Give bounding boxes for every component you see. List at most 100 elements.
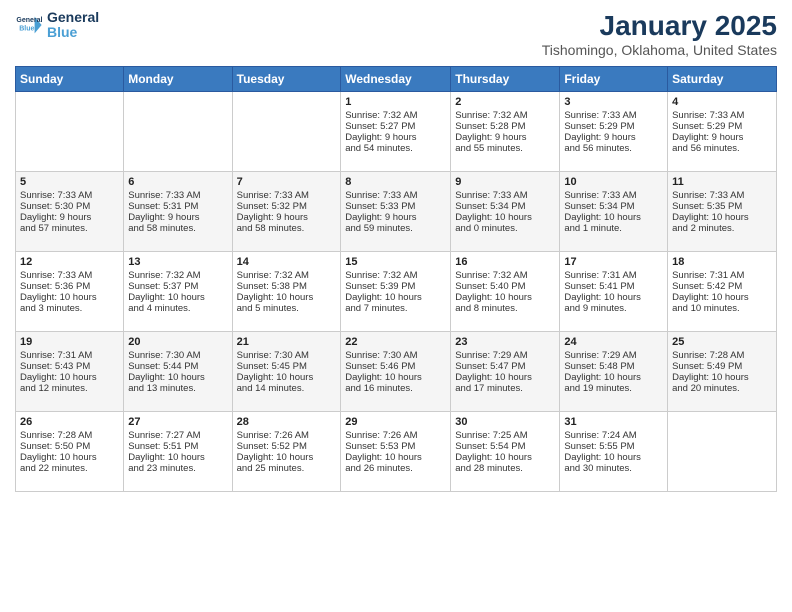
- cell-info-line: and 5 minutes.: [237, 303, 337, 314]
- cell-info-line: Daylight: 10 hours: [564, 452, 663, 463]
- cell-info-line: Sunset: 5:32 PM: [237, 201, 337, 212]
- calendar-container: General Blue General Blue January 2025 T…: [0, 0, 792, 502]
- cell-info-line: Daylight: 10 hours: [345, 372, 446, 383]
- cell-2-0: 12Sunrise: 7:33 AMSunset: 5:36 PMDayligh…: [16, 252, 124, 332]
- cell-info-line: Sunrise: 7:33 AM: [345, 190, 446, 201]
- cell-info-line: and 17 minutes.: [455, 383, 555, 394]
- month-title: January 2025: [542, 10, 777, 42]
- cell-info-line: Daylight: 10 hours: [455, 452, 555, 463]
- svg-text:General: General: [16, 18, 42, 25]
- day-number-4: 4: [672, 96, 772, 108]
- cell-info-line: and 25 minutes.: [237, 463, 337, 474]
- cell-info-line: Sunset: 5:40 PM: [455, 281, 555, 292]
- cell-info-line: Sunset: 5:42 PM: [672, 281, 772, 292]
- day-number-27: 27: [128, 416, 227, 428]
- cell-info-line: and 22 minutes.: [20, 463, 119, 474]
- cell-info-line: Sunrise: 7:26 AM: [345, 430, 446, 441]
- cell-1-1: 6Sunrise: 7:33 AMSunset: 5:31 PMDaylight…: [124, 172, 232, 252]
- cell-info-line: Daylight: 10 hours: [237, 452, 337, 463]
- week-row-2: 12Sunrise: 7:33 AMSunset: 5:36 PMDayligh…: [16, 252, 777, 332]
- day-number-28: 28: [237, 416, 337, 428]
- cell-4-0: 26Sunrise: 7:28 AMSunset: 5:50 PMDayligh…: [16, 412, 124, 492]
- day-number-20: 20: [128, 336, 227, 348]
- cell-info-line: and 2 minutes.: [672, 223, 772, 234]
- cell-4-2: 28Sunrise: 7:26 AMSunset: 5:52 PMDayligh…: [232, 412, 341, 492]
- cell-info-line: Sunrise: 7:33 AM: [672, 110, 772, 121]
- cell-info-line: Sunset: 5:35 PM: [672, 201, 772, 212]
- header-tuesday: Tuesday: [232, 67, 341, 92]
- day-number-15: 15: [345, 256, 446, 268]
- cell-0-3: 1Sunrise: 7:32 AMSunset: 5:27 PMDaylight…: [341, 92, 451, 172]
- cell-info-line: Sunrise: 7:33 AM: [20, 190, 119, 201]
- cell-0-2: [232, 92, 341, 172]
- cell-info-line: Sunrise: 7:29 AM: [564, 350, 663, 361]
- cell-info-line: Sunset: 5:48 PM: [564, 361, 663, 372]
- cell-1-0: 5Sunrise: 7:33 AMSunset: 5:30 PMDaylight…: [16, 172, 124, 252]
- cell-3-1: 20Sunrise: 7:30 AMSunset: 5:44 PMDayligh…: [124, 332, 232, 412]
- day-number-18: 18: [672, 256, 772, 268]
- day-number-25: 25: [672, 336, 772, 348]
- cell-info-line: Sunset: 5:29 PM: [672, 121, 772, 132]
- cell-info-line: Sunrise: 7:30 AM: [345, 350, 446, 361]
- cell-2-2: 14Sunrise: 7:32 AMSunset: 5:38 PMDayligh…: [232, 252, 341, 332]
- cell-info-line: and 1 minute.: [564, 223, 663, 234]
- cell-0-6: 4Sunrise: 7:33 AMSunset: 5:29 PMDaylight…: [668, 92, 777, 172]
- cell-3-5: 24Sunrise: 7:29 AMSunset: 5:48 PMDayligh…: [560, 332, 668, 412]
- cell-3-6: 25Sunrise: 7:28 AMSunset: 5:49 PMDayligh…: [668, 332, 777, 412]
- cell-info-line: and 26 minutes.: [345, 463, 446, 474]
- cell-info-line: and 12 minutes.: [20, 383, 119, 394]
- cell-info-line: Sunset: 5:47 PM: [455, 361, 555, 372]
- cell-info-line: Daylight: 9 hours: [455, 132, 555, 143]
- cell-info-line: and 55 minutes.: [455, 143, 555, 154]
- week-row-1: 5Sunrise: 7:33 AMSunset: 5:30 PMDaylight…: [16, 172, 777, 252]
- cell-info-line: Sunset: 5:30 PM: [20, 201, 119, 212]
- cell-info-line: and 0 minutes.: [455, 223, 555, 234]
- cell-1-6: 11Sunrise: 7:33 AMSunset: 5:35 PMDayligh…: [668, 172, 777, 252]
- header-friday: Friday: [560, 67, 668, 92]
- cell-info-line: and 19 minutes.: [564, 383, 663, 394]
- cell-info-line: Sunset: 5:39 PM: [345, 281, 446, 292]
- cell-0-5: 3Sunrise: 7:33 AMSunset: 5:29 PMDaylight…: [560, 92, 668, 172]
- cell-info-line: Sunset: 5:34 PM: [455, 201, 555, 212]
- cell-info-line: Sunrise: 7:33 AM: [20, 270, 119, 281]
- cell-4-5: 31Sunrise: 7:24 AMSunset: 5:55 PMDayligh…: [560, 412, 668, 492]
- svg-text:Blue: Blue: [19, 26, 34, 33]
- day-number-9: 9: [455, 176, 555, 188]
- cell-info-line: Daylight: 9 hours: [345, 132, 446, 143]
- cell-0-4: 2Sunrise: 7:32 AMSunset: 5:28 PMDaylight…: [451, 92, 560, 172]
- cell-info-line: and 56 minutes.: [672, 143, 772, 154]
- cell-info-line: Daylight: 10 hours: [128, 372, 227, 383]
- cell-1-5: 10Sunrise: 7:33 AMSunset: 5:34 PMDayligh…: [560, 172, 668, 252]
- cell-info-line: Sunset: 5:28 PM: [455, 121, 555, 132]
- cell-3-2: 21Sunrise: 7:30 AMSunset: 5:45 PMDayligh…: [232, 332, 341, 412]
- cell-4-3: 29Sunrise: 7:26 AMSunset: 5:53 PMDayligh…: [341, 412, 451, 492]
- cell-info-line: and 4 minutes.: [128, 303, 227, 314]
- day-number-12: 12: [20, 256, 119, 268]
- logo-general: General: [47, 10, 99, 25]
- cell-info-line: Sunrise: 7:31 AM: [20, 350, 119, 361]
- day-number-10: 10: [564, 176, 663, 188]
- day-number-24: 24: [564, 336, 663, 348]
- cell-info-line: Sunrise: 7:33 AM: [455, 190, 555, 201]
- cell-info-line: Sunset: 5:43 PM: [20, 361, 119, 372]
- day-number-22: 22: [345, 336, 446, 348]
- cell-info-line: Daylight: 10 hours: [237, 292, 337, 303]
- cell-info-line: Sunset: 5:29 PM: [564, 121, 663, 132]
- cell-info-line: Sunset: 5:31 PM: [128, 201, 227, 212]
- cell-4-4: 30Sunrise: 7:25 AMSunset: 5:54 PMDayligh…: [451, 412, 560, 492]
- cell-info-line: Sunset: 5:38 PM: [237, 281, 337, 292]
- cell-info-line: Sunrise: 7:33 AM: [128, 190, 227, 201]
- cell-info-line: Daylight: 10 hours: [20, 452, 119, 463]
- day-number-19: 19: [20, 336, 119, 348]
- cell-info-line: Sunset: 5:41 PM: [564, 281, 663, 292]
- cell-2-1: 13Sunrise: 7:32 AMSunset: 5:37 PMDayligh…: [124, 252, 232, 332]
- day-number-21: 21: [237, 336, 337, 348]
- location: Tishomingo, Oklahoma, United States: [542, 42, 777, 58]
- header-monday: Monday: [124, 67, 232, 92]
- cell-info-line: Sunrise: 7:33 AM: [672, 190, 772, 201]
- calendar-table: Sunday Monday Tuesday Wednesday Thursday…: [15, 66, 777, 492]
- day-number-31: 31: [564, 416, 663, 428]
- cell-info-line: Daylight: 10 hours: [455, 372, 555, 383]
- title-section: January 2025 Tishomingo, Oklahoma, Unite…: [542, 10, 777, 58]
- day-number-7: 7: [237, 176, 337, 188]
